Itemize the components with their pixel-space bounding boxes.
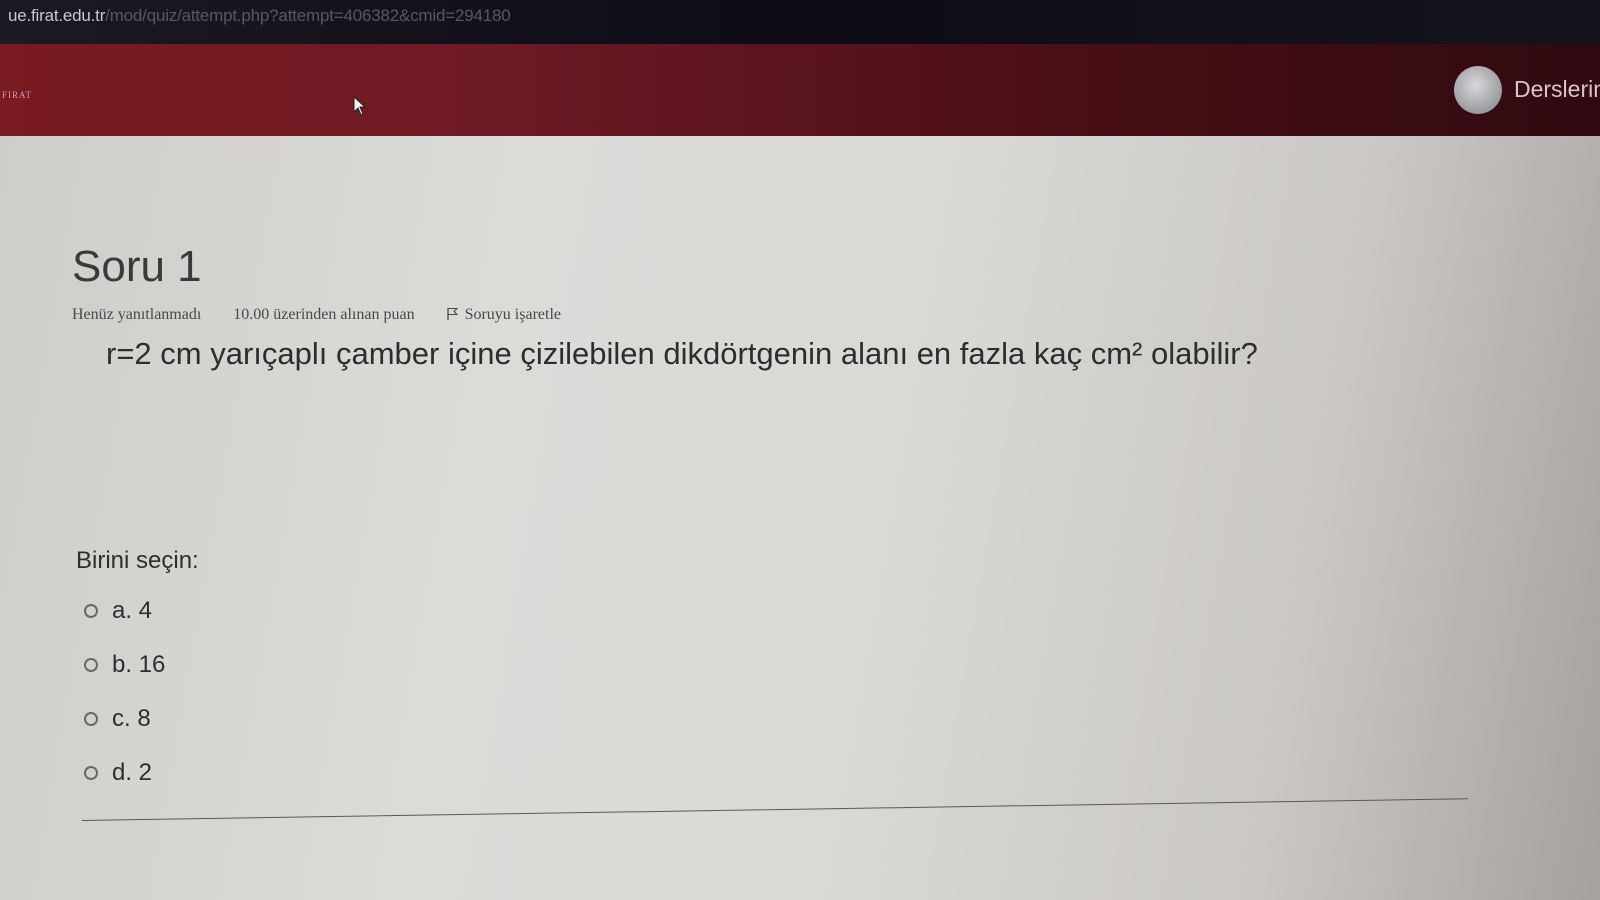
site-header: FIRAT Derslerim xyxy=(0,44,1600,136)
radio-button[interactable] xyxy=(84,712,98,726)
browser-address-bar[interactable]: ue.firat.edu.tr/mod/quiz/attempt.php?att… xyxy=(0,0,1600,44)
flag-question-label: Soruyu işaretle xyxy=(464,306,561,323)
answer-option-b[interactable]: b. 16 xyxy=(84,638,165,692)
quiz-content: Soru 1 Henüz yanıtlanmadı 10.00 üzerinde… xyxy=(0,136,1600,900)
question-points: 10.00 üzerinden alınan puan xyxy=(233,306,415,323)
answer-prompt: Birini seçin: xyxy=(76,547,199,574)
flag-icon xyxy=(446,307,458,320)
question-title: Soru 1 xyxy=(72,242,202,291)
answer-options: a. 4 b. 16 c. 8 d. 2 xyxy=(84,584,165,800)
url-path: /mod/quiz/attempt.php?attempt=406382&cmi… xyxy=(105,6,511,25)
answer-label[interactable]: d. 2 xyxy=(112,759,152,787)
question-status: Henüz yanıtlanmadı xyxy=(72,306,202,323)
answer-option-d[interactable]: d. 2 xyxy=(84,746,165,800)
question-info: Henüz yanıtlanmadı 10.00 üzerinden alına… xyxy=(72,306,617,324)
url-text[interactable]: ue.firat.edu.tr/mod/quiz/attempt.php?att… xyxy=(8,6,511,26)
url-host: ue.firat.edu.tr xyxy=(8,6,106,25)
answer-label[interactable]: b. 16 xyxy=(112,651,165,679)
my-courses-link[interactable]: Derslerim xyxy=(1514,76,1600,103)
answer-option-c[interactable]: c. 8 xyxy=(84,692,165,746)
site-logo[interactable]: FIRAT xyxy=(2,90,32,100)
radio-button[interactable] xyxy=(84,658,98,672)
answer-label[interactable]: c. 8 xyxy=(112,705,151,733)
flag-question-link[interactable]: Soruyu işaretle xyxy=(446,306,589,323)
answer-option-a[interactable]: a. 4 xyxy=(84,584,165,638)
mouse-cursor-icon xyxy=(353,96,367,116)
user-avatar[interactable] xyxy=(1454,66,1502,114)
radio-button[interactable] xyxy=(84,766,98,780)
question-text: r=2 cm yarıçaplı çamber içine çizilebile… xyxy=(106,336,1258,371)
answer-label[interactable]: a. 4 xyxy=(112,597,152,625)
section-divider xyxy=(81,798,1468,821)
radio-button[interactable] xyxy=(84,604,98,618)
